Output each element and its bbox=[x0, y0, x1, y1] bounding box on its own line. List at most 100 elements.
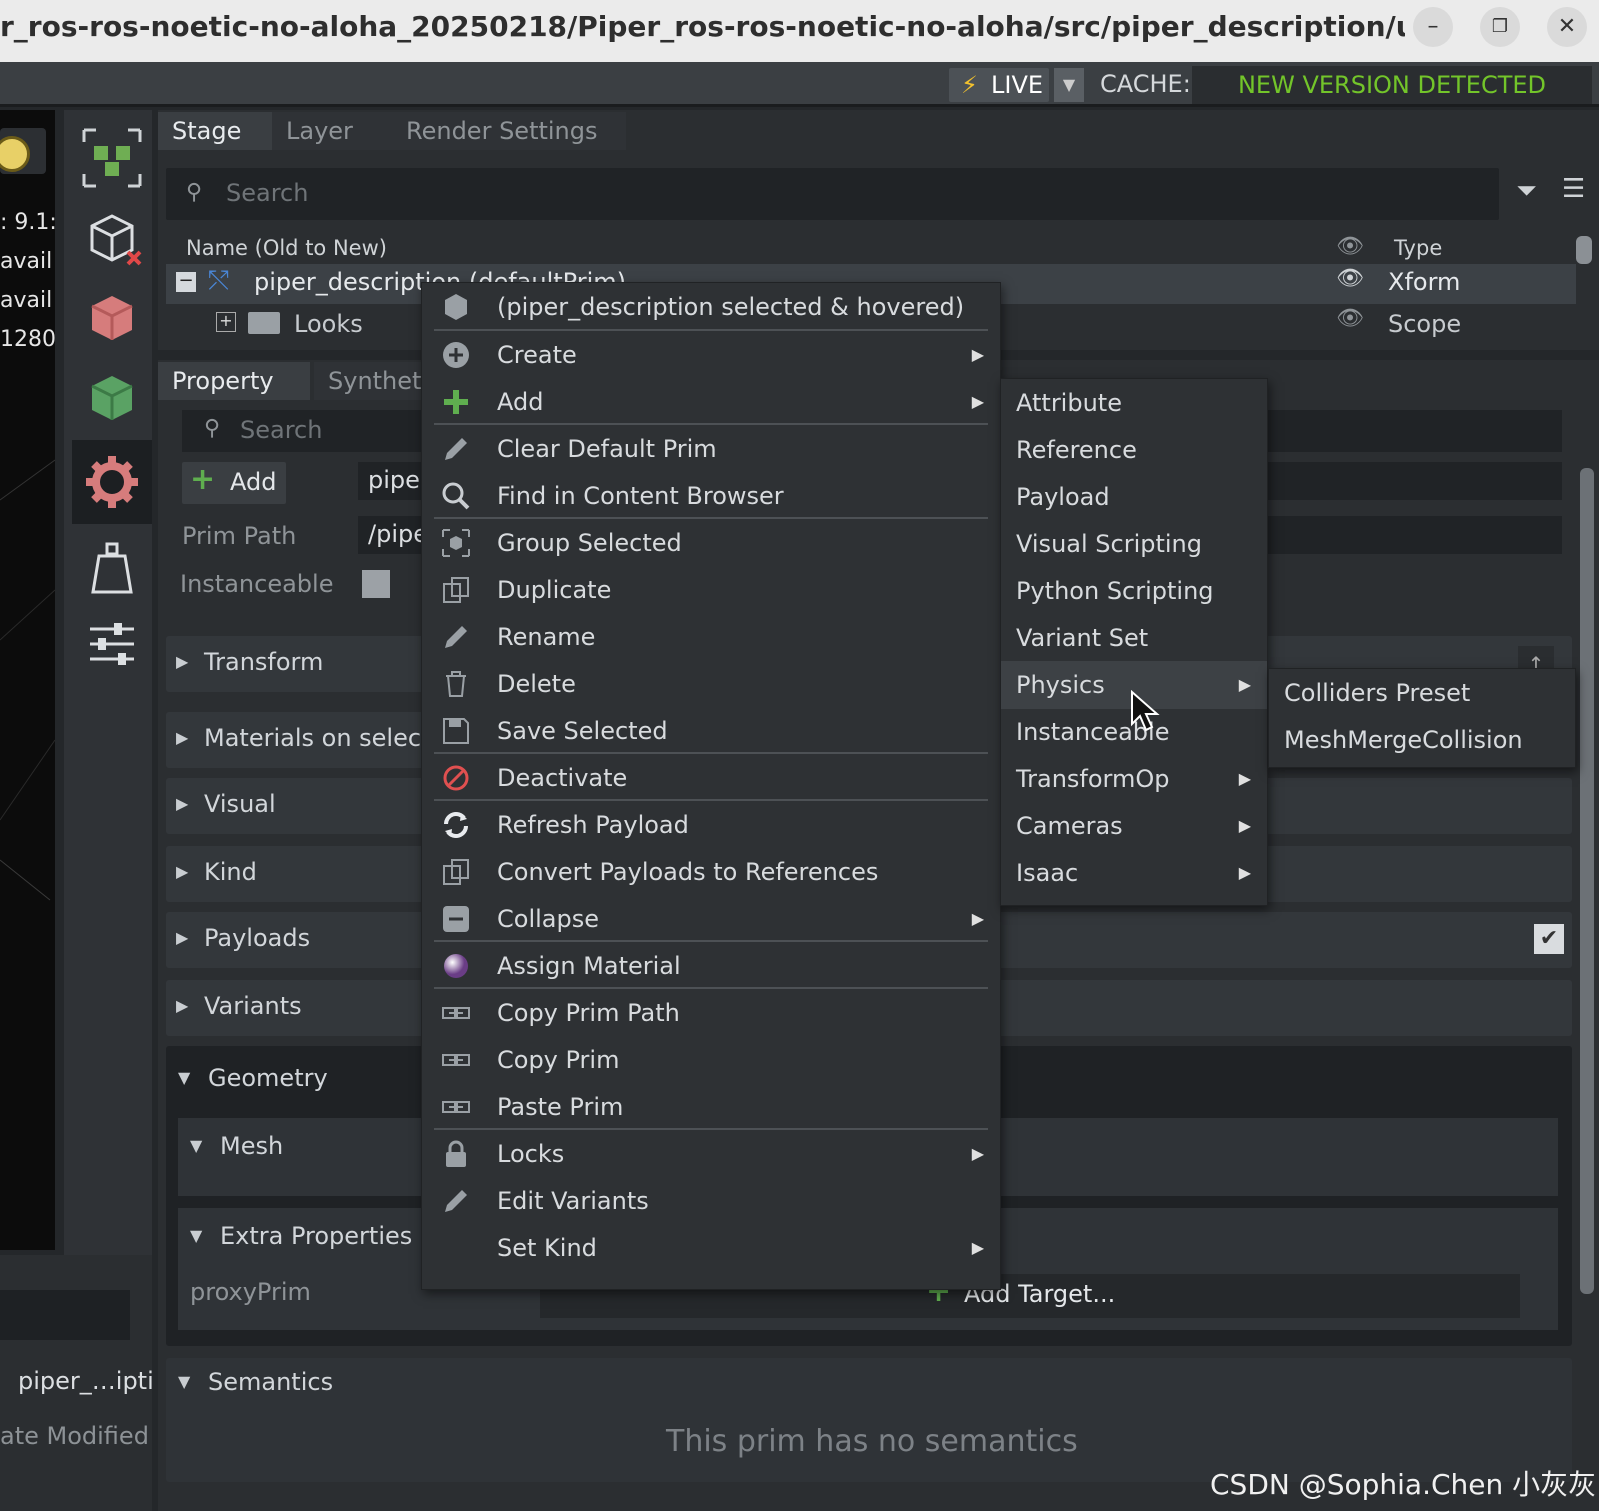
menu-item-refresh-payload[interactable]: Refresh Payload bbox=[422, 801, 1000, 849]
pencil-icon bbox=[440, 433, 472, 465]
payloads-checkbox[interactable]: ✔ bbox=[1534, 924, 1564, 954]
stage-search-input[interactable]: ⚲ Search bbox=[166, 168, 1499, 220]
add-submenu-item-cameras[interactable]: Cameras ▶ bbox=[1001, 802, 1267, 850]
expand-triangle-icon: ▶ bbox=[176, 862, 189, 881]
select-cubes-icon[interactable] bbox=[76, 122, 148, 194]
link-icon bbox=[440, 997, 472, 1029]
menu-item-delete[interactable]: Delete bbox=[422, 660, 1000, 708]
section-label[interactable]: Semantics bbox=[208, 1368, 333, 1396]
live-dropdown-button[interactable]: ▼ bbox=[1054, 68, 1084, 102]
physics-submenu-item-meshmergecollision[interactable]: MeshMergeCollision bbox=[1269, 716, 1575, 764]
refresh-icon bbox=[440, 809, 472, 841]
section-label[interactable]: Extra Properties bbox=[220, 1222, 412, 1250]
collapse-triangle-icon[interactable]: ▼ bbox=[178, 1372, 190, 1391]
menu-item-duplicate[interactable]: Duplicate bbox=[422, 566, 1000, 614]
stage-scrollbar[interactable] bbox=[1576, 236, 1592, 264]
submenu-arrow-icon: ▶ bbox=[1238, 863, 1251, 882]
add-label: Add bbox=[230, 468, 277, 496]
settings-gear-icon[interactable] bbox=[72, 440, 152, 524]
add-submenu-item-transformop[interactable]: TransformOp ▶ bbox=[1001, 755, 1267, 803]
tab-render-settings[interactable]: Render Settings bbox=[392, 112, 626, 150]
sun-icon[interactable] bbox=[0, 128, 46, 174]
menu-item-convert-payloads-to-references[interactable]: Convert Payloads to References bbox=[422, 848, 1000, 896]
cube-delete-icon[interactable] bbox=[76, 202, 148, 274]
date-modified-header[interactable]: ate Modified bbox=[0, 1422, 149, 1450]
add-submenu-item-reference[interactable]: Reference bbox=[1001, 426, 1267, 474]
instanceable-checkbox[interactable] bbox=[362, 570, 390, 598]
search-placeholder: Search bbox=[226, 179, 309, 207]
menu-item-set-kind[interactable]: Set Kind ▶ bbox=[422, 1224, 1000, 1272]
expand-triangle-icon: ▶ bbox=[176, 728, 189, 747]
section-label: Materials on select bbox=[204, 724, 431, 752]
weight-icon[interactable] bbox=[76, 532, 148, 604]
submenu-arrow-icon: ▶ bbox=[971, 909, 984, 928]
physics-submenu-item-colliders-preset[interactable]: Colliders Preset bbox=[1269, 669, 1575, 717]
viewport[interactable]: : 9.1: avail avail 1280: bbox=[0, 110, 55, 1250]
menu-item-deactivate[interactable]: Deactivate bbox=[422, 754, 1000, 802]
menu-item-rename[interactable]: Rename bbox=[422, 613, 1000, 661]
restore-button[interactable]: ❐ bbox=[1480, 7, 1520, 47]
deactivate-icon bbox=[440, 762, 472, 794]
sliders-icon[interactable] bbox=[76, 608, 148, 680]
save-icon bbox=[440, 715, 472, 747]
cache-status: NEW VERSION DETECTED bbox=[1192, 66, 1592, 104]
menu-item-label: Save Selected bbox=[497, 717, 668, 745]
section-label[interactable]: Geometry bbox=[208, 1064, 328, 1092]
menu-item-copy-prim-path[interactable]: Copy Prim Path bbox=[422, 989, 1000, 1037]
stage-column-header: Name (Old to New) 👁 Type bbox=[166, 232, 1576, 266]
add-submenu-item-isaac[interactable]: Isaac ▶ bbox=[1001, 849, 1267, 897]
plus-circle-icon bbox=[440, 339, 472, 371]
minimize-button[interactable]: – bbox=[1413, 7, 1453, 47]
add-submenu-item-visual-scripting[interactable]: Visual Scripting bbox=[1001, 520, 1267, 568]
filter-icon[interactable]: ⏷ bbox=[1516, 176, 1537, 207]
add-submenu-item-python-scripting[interactable]: Python Scripting bbox=[1001, 567, 1267, 615]
menu-item-clear-default-prim[interactable]: Clear Default Prim bbox=[422, 425, 1000, 473]
close-button[interactable]: ✕ bbox=[1547, 7, 1587, 47]
link-icon bbox=[440, 1044, 472, 1076]
prim-path-label: Prim Path bbox=[182, 522, 297, 550]
tab-property[interactable]: Property bbox=[158, 362, 310, 400]
green-cube-icon[interactable] bbox=[76, 362, 148, 434]
add-submenu-item-payload[interactable]: Payload bbox=[1001, 473, 1267, 521]
menu-item-collapse[interactable]: Collapse ▶ bbox=[422, 895, 1000, 943]
content-search-field[interactable] bbox=[0, 1290, 130, 1340]
visibility-eye-icon[interactable]: 👁 bbox=[1336, 266, 1364, 291]
menu-item-edit-variants[interactable]: Edit Variants bbox=[422, 1177, 1000, 1225]
hamburger-menu-icon[interactable]: ☰ bbox=[1562, 174, 1585, 204]
menu-item-copy-prim[interactable]: Copy Prim bbox=[422, 1036, 1000, 1084]
menu-item-create[interactable]: Create ▶ bbox=[422, 331, 1000, 379]
menu-item-assign-material[interactable]: Assign Material bbox=[422, 942, 1000, 990]
collapse-toggle-icon[interactable]: − bbox=[176, 272, 196, 292]
menu-item-paste-prim[interactable]: Paste Prim bbox=[422, 1083, 1000, 1131]
collapse-triangle-icon[interactable]: ▼ bbox=[190, 1226, 202, 1245]
menu-item-locks[interactable]: Locks ▶ bbox=[422, 1130, 1000, 1178]
property-scrollbar[interactable] bbox=[1580, 468, 1594, 1294]
expand-toggle-icon[interactable]: + bbox=[216, 312, 236, 332]
section-label: Transform bbox=[204, 648, 324, 676]
submenu-arrow-icon: ▶ bbox=[1238, 816, 1251, 835]
menu-item-label: Reference bbox=[1016, 436, 1137, 464]
menu-item-add[interactable]: Add ▶ bbox=[422, 378, 1000, 426]
menu-item-save-selected[interactable]: Save Selected bbox=[422, 707, 1000, 755]
add-submenu-item-attribute[interactable]: Attribute bbox=[1001, 379, 1267, 427]
visibility-eye-icon[interactable]: 👁 bbox=[1336, 306, 1364, 331]
type-column-header[interactable]: Type bbox=[1394, 236, 1442, 260]
no-semantics-message: This prim has no semantics bbox=[666, 1424, 1078, 1459]
add-property-button[interactable]: + Add bbox=[182, 462, 286, 504]
folder-icon bbox=[248, 312, 280, 334]
menu-item-group-selected[interactable]: Group Selected bbox=[422, 519, 1000, 567]
menu-item-label: Cameras bbox=[1016, 812, 1123, 840]
section-label: Visual bbox=[204, 790, 276, 818]
menu-item-label: Copy Prim Path bbox=[497, 999, 680, 1027]
live-button[interactable]: ⚡ LIVE bbox=[949, 68, 1049, 102]
pink-cube-icon[interactable] bbox=[76, 282, 148, 354]
menu-item-label: Deactivate bbox=[497, 764, 628, 792]
add-submenu-item-variant-set[interactable]: Variant Set bbox=[1001, 614, 1267, 662]
tab-stage[interactable]: Stage bbox=[158, 112, 280, 150]
tab-layer[interactable]: Layer bbox=[272, 112, 392, 150]
collapse-triangle-icon[interactable]: ▼ bbox=[178, 1068, 190, 1087]
pencil-icon bbox=[440, 621, 472, 653]
content-item-label[interactable]: piper_…ipti bbox=[18, 1367, 154, 1395]
name-column-header[interactable]: Name (Old to New) bbox=[186, 236, 387, 260]
menu-item-find-in-content-browser[interactable]: Find in Content Browser bbox=[422, 472, 1000, 520]
